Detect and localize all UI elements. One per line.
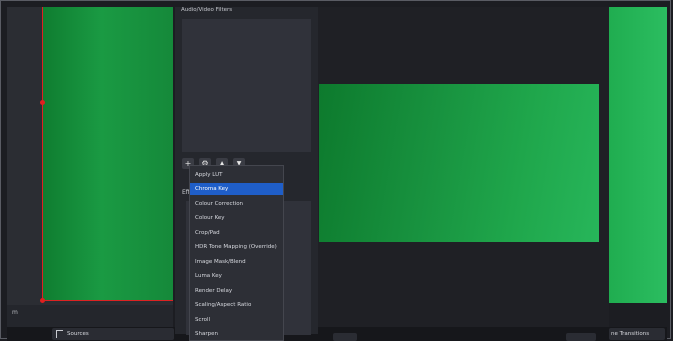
program-output-preview xyxy=(609,7,667,303)
menu-item[interactable]: Crop/Pad xyxy=(190,227,283,239)
menu-item[interactable]: Apply LUT xyxy=(190,169,283,181)
ribbon-label: m xyxy=(12,309,18,316)
menu-item[interactable]: Luma Key xyxy=(190,270,283,282)
scene-transitions-dock-tab[interactable]: ne Transitions xyxy=(609,328,665,340)
menu-item[interactable]: Image Mask/Blend xyxy=(190,256,283,268)
menu-item[interactable]: Sharpen xyxy=(190,328,283,340)
audio-video-filters-list[interactable] xyxy=(182,19,311,152)
sources-icon xyxy=(56,330,63,338)
program-output-ribbon xyxy=(609,303,667,327)
filter-preview-image xyxy=(319,84,599,242)
preview-control-button[interactable] xyxy=(333,333,357,341)
preview-control-button[interactable] xyxy=(566,333,596,341)
resize-handle[interactable] xyxy=(40,100,45,105)
menu-item[interactable]: Scroll xyxy=(190,314,283,326)
menu-item[interactable]: Colour Key xyxy=(190,212,283,224)
menu-item[interactable]: Chroma Key xyxy=(190,183,283,195)
menu-item[interactable]: Scaling/Aspect Ratio xyxy=(190,299,283,311)
add-filter-menu: Apply LUT Chroma Key Colour Correction Colo… xyxy=(189,165,284,341)
menu-item[interactable]: HDR Tone Mapping (Override) xyxy=(190,241,283,253)
transitions-label: ne Transitions xyxy=(611,331,650,337)
green-screen-source[interactable] xyxy=(42,7,173,301)
menu-item[interactable]: Colour Correction xyxy=(190,198,283,210)
sources-label: Sources xyxy=(67,331,89,337)
filters-panel-title: Audio/Video Filters xyxy=(181,7,233,13)
source-ribbon xyxy=(7,305,173,327)
resize-handle[interactable] xyxy=(40,298,45,303)
sources-dock-tab[interactable]: Sources xyxy=(52,328,174,340)
menu-item[interactable]: Render Delay xyxy=(190,285,283,297)
